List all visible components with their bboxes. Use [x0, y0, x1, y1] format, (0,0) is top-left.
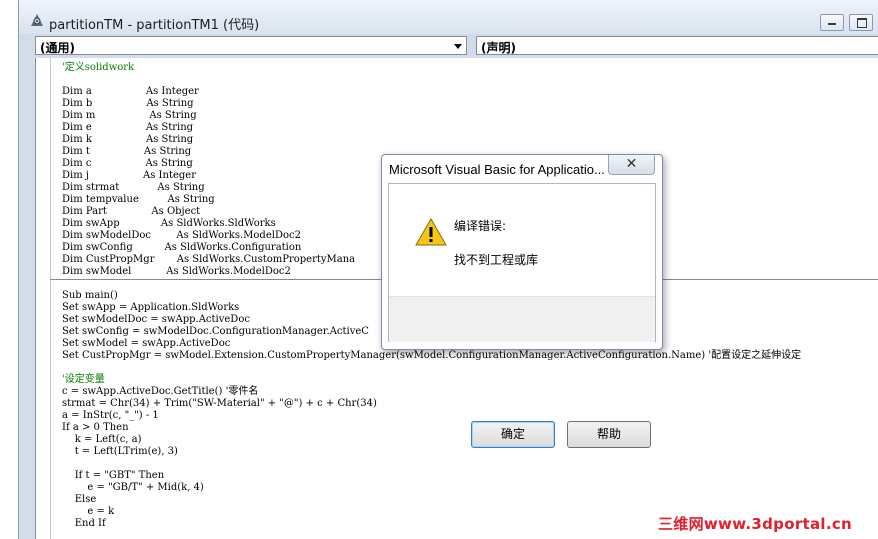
code-line[interactable]: Dim b As String: [62, 98, 801, 110]
ok-button[interactable]: 确定: [471, 421, 555, 448]
code-line[interactable]: t = Left(LTrim(e), 3): [62, 446, 801, 458]
dialog-content: 编译错误: 找不到工程或库 确定 帮助: [388, 183, 656, 448]
code-line[interactable]: Dim a As Integer: [62, 86, 801, 98]
code-line[interactable]: '设定变量: [62, 374, 801, 386]
code-line[interactable]: k = Left(c, a): [62, 434, 801, 446]
dialog-close-button[interactable]: ✕: [608, 155, 655, 175]
watermark-text: 三维网www.3dportal.cn: [658, 515, 853, 533]
warning-icon: [415, 217, 447, 246]
dialog-title: Microsoft Visual Basic for Applicatio...: [389, 162, 605, 177]
help-button[interactable]: 帮助: [567, 421, 651, 448]
procedure-dropdown-value: (声明): [481, 41, 516, 55]
code-line[interactable]: Dim k As String: [62, 134, 801, 146]
code-line[interactable]: Else: [62, 494, 801, 506]
dialog-body: 编译错误: 找不到工程或库: [389, 184, 655, 296]
procedure-dropdown[interactable]: (声明): [476, 36, 878, 55]
code-line[interactable]: Dim e As String: [62, 122, 801, 134]
window-title: partitionTM - partitionTM1 (代码): [49, 18, 260, 33]
error-dialog: Microsoft Visual Basic for Applicatio...…: [381, 154, 663, 448]
code-line[interactable]: Set CustPropMgr = swModel.Extension.Cust…: [62, 350, 801, 362]
code-line[interactable]: Dim m As String: [62, 110, 801, 122]
maximize-button[interactable]: [849, 14, 873, 31]
code-line[interactable]: strmat = Chr(34) + Trim("SW-Material" + …: [62, 398, 801, 410]
title-bar[interactable]: partitionTM - partitionTM1 (代码): [19, 0, 878, 34]
vba-app-icon: [31, 14, 43, 26]
margin-indicator-bar[interactable]: [36, 58, 51, 539]
code-line[interactable]: If a > 0 Then: [62, 422, 801, 434]
code-line[interactable]: [62, 74, 801, 86]
close-icon: ✕: [625, 156, 638, 172]
code-line[interactable]: [62, 458, 801, 470]
error-message: 找不到工程或库: [454, 253, 539, 267]
error-heading: 编译错误:: [454, 219, 507, 233]
object-dropdown[interactable]: (通用): [35, 36, 467, 55]
chevron-down-icon[interactable]: [454, 44, 462, 49]
code-line[interactable]: e = "GB/T" + Mid(k, 4): [62, 482, 801, 494]
code-line[interactable]: c = swApp.ActiveDoc.GetTitle() '零件名: [62, 386, 801, 398]
dialog-button-bar: 确定 帮助: [389, 296, 655, 448]
code-line[interactable]: [62, 362, 801, 374]
object-dropdown-value: (通用): [40, 41, 75, 55]
code-line[interactable]: a = InStr(c, "_") - 1: [62, 410, 801, 422]
minimize-button[interactable]: [820, 14, 844, 31]
code-line[interactable]: If t = "GBT" Then: [62, 470, 801, 482]
code-line[interactable]: '定义solidwork: [62, 62, 801, 74]
